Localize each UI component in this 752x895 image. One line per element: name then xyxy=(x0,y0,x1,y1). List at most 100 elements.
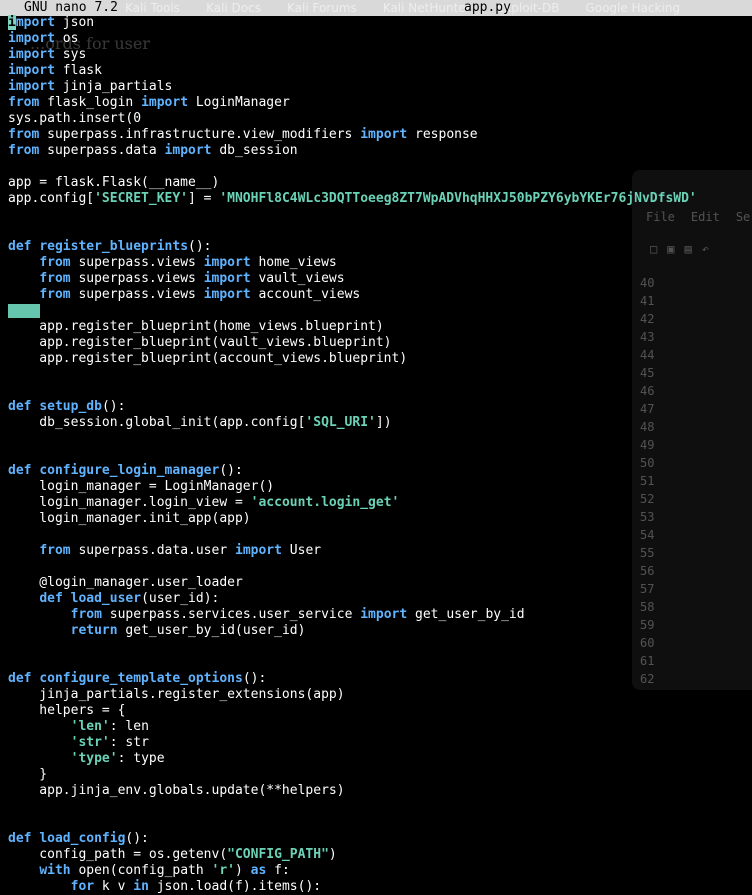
code-line: from superpass.infrastructure.view_modif… xyxy=(8,127,752,143)
code-line: @login_manager.user_loader xyxy=(8,575,752,591)
code-token: flask_login xyxy=(39,95,142,110)
code-token: db_session xyxy=(211,143,298,158)
background-tab: Google Hacking xyxy=(585,1,681,15)
keyword-token: import xyxy=(8,47,55,62)
code-token: app.register_blueprint(home_views.bluepr… xyxy=(8,319,384,334)
code-line: from superpass.data.user import User xyxy=(8,543,752,559)
code-token: (user_id): xyxy=(141,591,220,606)
code-line: 'len': len xyxy=(8,719,752,735)
code-line: import flask xyxy=(8,63,752,79)
code-line xyxy=(8,303,752,319)
code-line: app.jinja_env.globals.update(**helpers) xyxy=(8,783,752,799)
code-token: superpass.views xyxy=(70,271,204,286)
background-tab: Kali Forums xyxy=(287,1,357,15)
keyword-token: def xyxy=(8,831,32,846)
code-token: response xyxy=(407,127,478,142)
keyword-token: from xyxy=(70,607,102,622)
code-token: k v xyxy=(94,879,134,894)
function-name-token: load_user xyxy=(70,591,142,606)
code-token: (): xyxy=(242,671,267,686)
code-token: json.load(f).items(): xyxy=(148,879,322,894)
string-token: "CONFIG_PATH" xyxy=(227,847,329,862)
editor-app-name: GNU nano 7.2 xyxy=(24,0,118,15)
code-token: get_user_by_id xyxy=(407,607,525,622)
code-line: 'type': type xyxy=(8,751,752,767)
string-token: 'MNOHFl8C4WLc3DQTToeeg8ZT7WpADVhqHHXJ50b… xyxy=(219,191,697,206)
keyword-token: def xyxy=(8,671,32,686)
keyword-token: def xyxy=(8,463,32,478)
code-token: User xyxy=(281,543,322,558)
code-token: flask xyxy=(54,63,102,78)
code-line: jinja_partials.register_extensions(app) xyxy=(8,687,752,703)
keyword-token: import xyxy=(8,63,55,78)
code-token: LoginManager xyxy=(188,95,290,110)
keyword-token: as xyxy=(250,863,267,878)
code-token: (): xyxy=(125,831,149,846)
code-token: app = flask.Flask(__name__) xyxy=(8,175,220,190)
keyword-token: from xyxy=(8,95,40,110)
background-tab: Kali Docs xyxy=(206,1,261,15)
code-token: : type xyxy=(117,751,165,766)
code-token: app.register_blueprint(vault_views.bluep… xyxy=(8,335,392,350)
keyword-token: def xyxy=(8,239,32,254)
code-token: (): xyxy=(101,399,126,414)
selection-highlight xyxy=(8,304,40,318)
string-token: 'type' xyxy=(70,751,118,766)
code-token: helpers = { xyxy=(8,703,126,718)
string-token: 'r' xyxy=(211,863,235,878)
string-token: 'SQL_URI' xyxy=(305,415,376,430)
keyword-token: def xyxy=(39,591,63,606)
code-line: def load_config(): xyxy=(8,831,752,847)
code-line: helpers = { xyxy=(8,703,752,719)
code-token: get_user_by_id(user_id) xyxy=(117,623,306,638)
code-line: app.register_blueprint(account_views.blu… xyxy=(8,351,752,367)
keyword-token: import xyxy=(8,79,55,94)
code-line: def load_user(user_id): xyxy=(8,591,752,607)
keyword-token: from xyxy=(39,271,71,286)
code-token: superpass.data xyxy=(39,143,165,158)
function-name-token: setup_db xyxy=(39,399,102,414)
function-name-token: configure_login_manager xyxy=(39,463,220,478)
code-token: jinja_partials xyxy=(54,79,173,94)
code-token: ] = xyxy=(188,191,220,206)
code-line: config_path = os.getenv("CONFIG_PATH") xyxy=(8,847,752,863)
keyword-token: from xyxy=(39,255,71,270)
keyword-token: import xyxy=(203,287,251,302)
text-cursor: i xyxy=(8,15,16,30)
code-token: vault_views xyxy=(250,271,345,286)
keyword-token: import xyxy=(164,143,212,158)
keyword-token: return xyxy=(70,623,118,638)
code-token: app.jinja_env.globals.update(**helpers) xyxy=(8,783,345,798)
code-editor[interactable]: import json import os import sys import fla… xyxy=(8,15,752,895)
code-token: app.register_blueprint(account_views.blu… xyxy=(8,351,408,366)
keyword-token: mport xyxy=(15,15,55,30)
code-line: def configure_template_options(): xyxy=(8,671,752,687)
code-line: sys.path.insert(0 xyxy=(8,111,752,127)
string-token: 'account.login_get' xyxy=(250,495,400,510)
code-line: app = flask.Flask(__name__) xyxy=(8,175,752,191)
code-line: } xyxy=(8,767,752,783)
code-line: for k v in json.load(f).items(): xyxy=(8,879,752,895)
code-line: from superpass.services.user_service imp… xyxy=(8,607,752,623)
keyword-token: from xyxy=(8,143,40,158)
code-token: } xyxy=(8,767,48,782)
code-token: ) xyxy=(235,863,251,878)
code-token: ) xyxy=(328,847,337,862)
keyword-token: def xyxy=(8,399,32,414)
